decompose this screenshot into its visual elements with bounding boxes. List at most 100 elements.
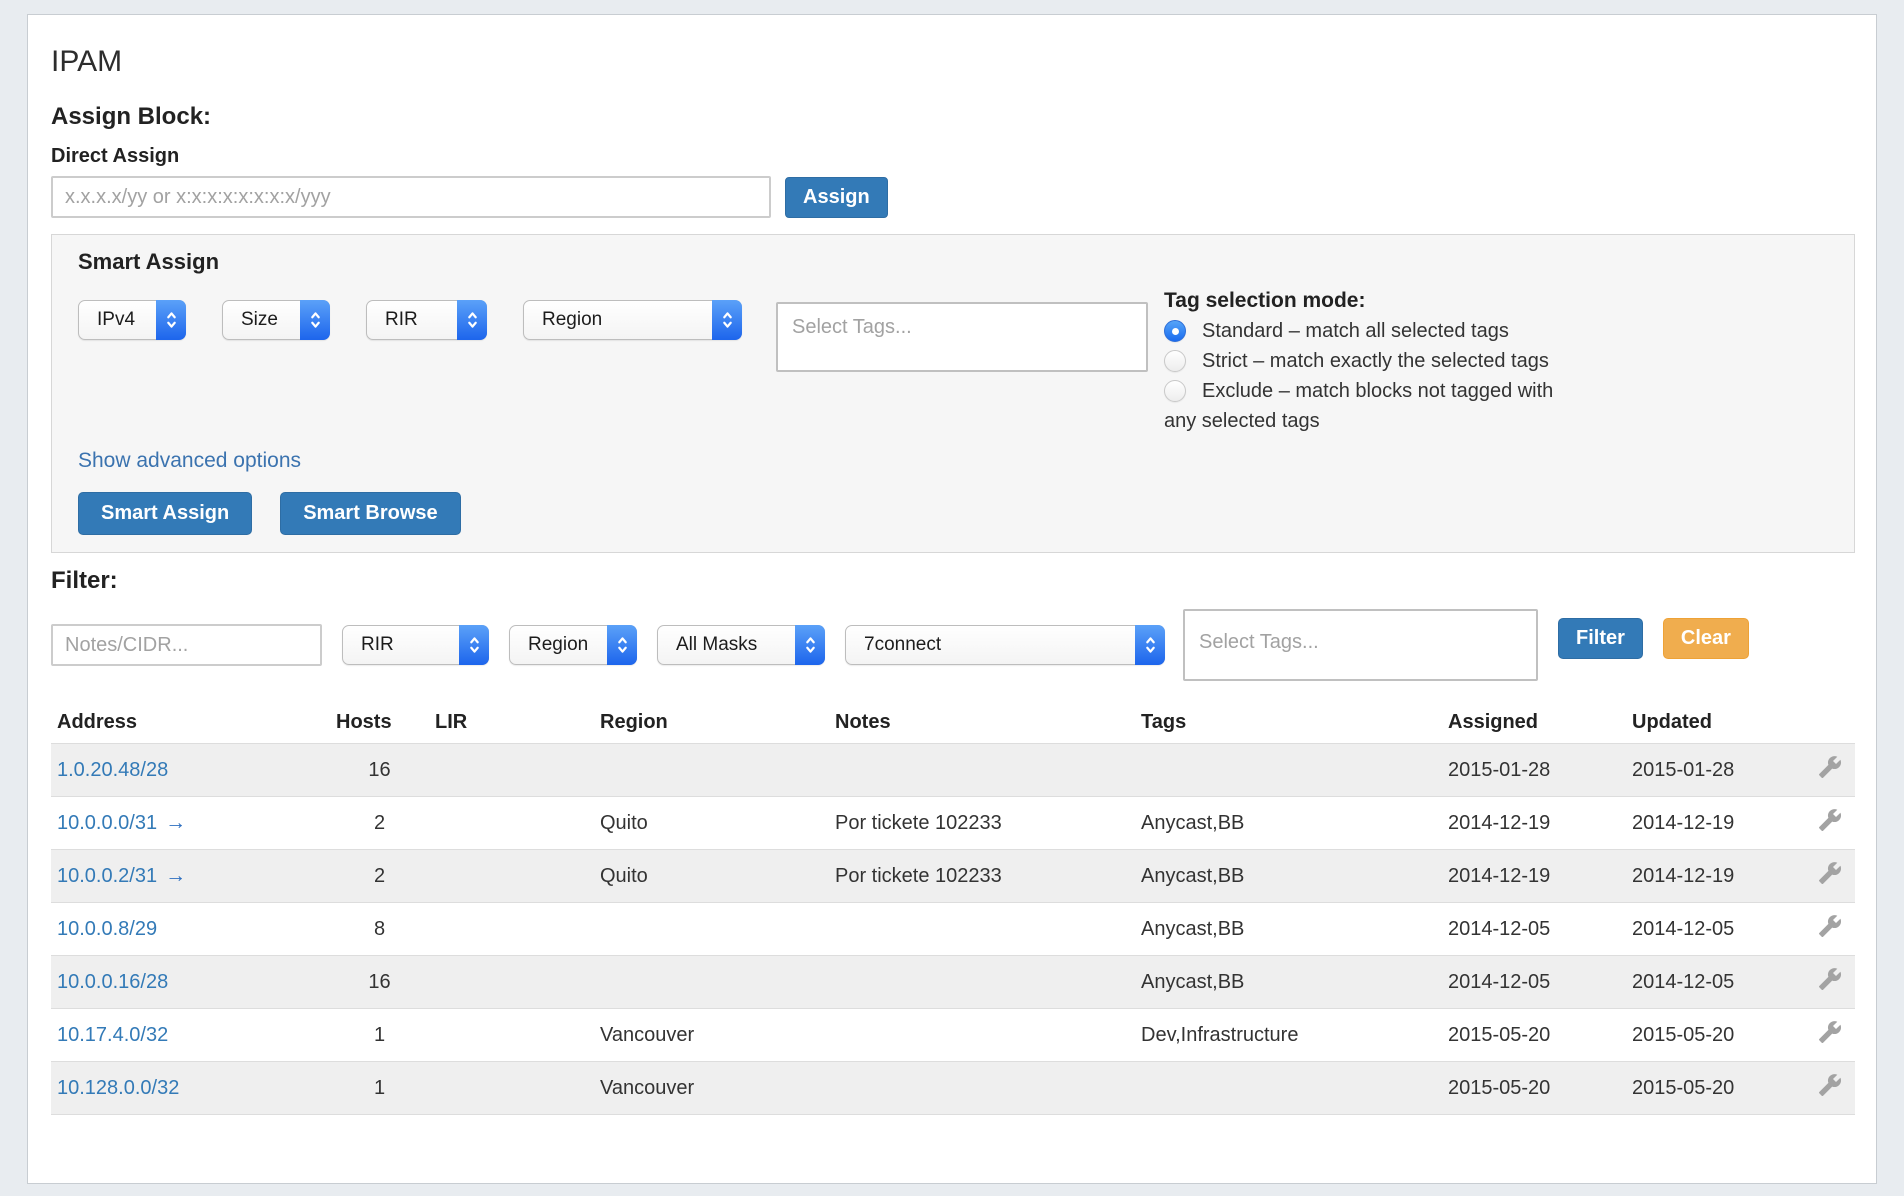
smart-browse-button[interactable]: Smart Browse <box>280 492 461 535</box>
filter-select-rir[interactable]: RIR <box>342 625 489 665</box>
wrench-icon <box>1818 1073 1842 1097</box>
smart-assign-button[interactable]: Smart Assign <box>78 492 252 535</box>
select-rir[interactable]: RIR <box>366 300 487 340</box>
hosts-cell: 1 <box>330 1009 429 1062</box>
address-link[interactable]: 10.128.0.0/32 <box>57 1077 179 1099</box>
notes-cell <box>829 1062 1135 1115</box>
table-header-row: Address Hosts LIR Region Notes Tags Assi… <box>51 711 1855 744</box>
notes-cell <box>829 1009 1135 1062</box>
select-size[interactable]: Size <box>222 300 330 340</box>
tags-cell <box>1135 1062 1442 1115</box>
table-row: 10.128.0.0/32 1 Vancouver 2015-05-20 201… <box>51 1062 1855 1115</box>
select-value: RIR <box>343 634 459 656</box>
notes-cell <box>829 956 1135 1009</box>
address-link[interactable]: 10.0.0.2/31 <box>57 865 157 887</box>
column-header-address: Address <box>51 711 330 744</box>
updated-cell: 2015-01-28 <box>1626 744 1812 797</box>
filter-tags-input[interactable] <box>1183 609 1538 681</box>
tag-mode-option-exclude[interactable]: Exclude – match blocks not tagged with a… <box>1164 376 1584 436</box>
edit-block-button[interactable] <box>1818 914 1842 938</box>
address-link[interactable]: 10.0.0.0/31 <box>57 812 157 834</box>
radio-button[interactable] <box>1164 380 1186 402</box>
edit-block-button[interactable] <box>1818 1073 1842 1097</box>
arrow-icon: → <box>165 864 186 887</box>
edit-block-button[interactable] <box>1818 861 1842 885</box>
table-row: 10.0.0.16/28 16 Anycast,BB 2014-12-05 20… <box>51 956 1855 1009</box>
wrench-icon <box>1818 755 1842 779</box>
chevron-updown-icon <box>156 300 186 340</box>
column-header-hosts: Hosts <box>330 711 429 744</box>
assigned-cell: 2015-01-28 <box>1442 744 1626 797</box>
column-header-actions <box>1812 711 1855 744</box>
region-cell <box>594 903 829 956</box>
filter-button[interactable]: Filter <box>1558 618 1643 659</box>
edit-block-button[interactable] <box>1818 967 1842 991</box>
column-header-tags: Tags <box>1135 711 1442 744</box>
wrench-icon <box>1818 967 1842 991</box>
select-value: RIR <box>367 309 457 331</box>
notes-cell: Por tickete 102233 <box>829 850 1135 903</box>
notes-cell <box>829 903 1135 956</box>
chevron-updown-icon <box>607 625 637 665</box>
direct-assign-label: Direct Assign <box>51 145 1853 168</box>
address-cell: 10.128.0.0/32 <box>51 1062 330 1115</box>
direct-assign-row: Assign <box>51 176 1853 218</box>
tags-cell <box>1135 744 1442 797</box>
smart-assign-controls: IPv4 Size RIR <box>78 300 1828 436</box>
wrench-icon <box>1818 914 1842 938</box>
blocks-table: Address Hosts LIR Region Notes Tags Assi… <box>51 711 1855 1115</box>
updated-cell: 2014-12-05 <box>1626 956 1812 1009</box>
show-advanced-options-link[interactable]: Show advanced options <box>78 449 301 473</box>
assign-button[interactable]: Assign <box>785 177 888 218</box>
filter-select-resource[interactable]: 7connect <box>845 625 1165 665</box>
table-row: 10.0.0.0/31→ 2 Quito Por tickete 102233 … <box>51 797 1855 850</box>
address-link[interactable]: 10.0.0.16/28 <box>57 971 168 993</box>
edit-block-button[interactable] <box>1818 808 1842 832</box>
direct-assign-input[interactable] <box>51 176 771 218</box>
actions-cell <box>1812 1009 1855 1062</box>
actions-cell <box>1812 1062 1855 1115</box>
address-link[interactable]: 1.0.20.48/28 <box>57 759 168 781</box>
smart-assign-tags-input[interactable] <box>776 302 1148 372</box>
address-cell: 10.0.0.8/29 <box>51 903 330 956</box>
address-cell: 1.0.20.48/28 <box>51 744 330 797</box>
wrench-icon <box>1818 861 1842 885</box>
column-header-assigned: Assigned <box>1442 711 1626 744</box>
assigned-cell: 2015-05-20 <box>1442 1009 1626 1062</box>
lir-cell <box>429 850 594 903</box>
tag-mode-option-standard[interactable]: Standard – match all selected tags <box>1164 316 1584 346</box>
hosts-cell: 2 <box>330 850 429 903</box>
radio-button[interactable] <box>1164 350 1186 372</box>
tag-mode-option-strict[interactable]: Strict – match exactly the selected tags <box>1164 346 1584 376</box>
radio-button-selected[interactable] <box>1164 320 1186 342</box>
updated-cell: 2014-12-19 <box>1626 797 1812 850</box>
actions-cell <box>1812 850 1855 903</box>
clear-button[interactable]: Clear <box>1663 618 1749 659</box>
filter-select-region[interactable]: Region <box>509 625 637 665</box>
hosts-cell: 16 <box>330 744 429 797</box>
select-value: All Masks <box>658 634 795 656</box>
filter-select-masks[interactable]: All Masks <box>657 625 825 665</box>
address-link[interactable]: 10.17.4.0/32 <box>57 1024 168 1046</box>
updated-cell: 2015-05-20 <box>1626 1009 1812 1062</box>
assigned-cell: 2015-05-20 <box>1442 1062 1626 1115</box>
region-cell <box>594 956 829 1009</box>
select-ip-version[interactable]: IPv4 <box>78 300 186 340</box>
select-value: Size <box>223 309 300 331</box>
chevron-updown-icon <box>300 300 330 340</box>
edit-block-button[interactable] <box>1818 755 1842 779</box>
table-row: 10.17.4.0/32 1 Vancouver Dev,Infrastruct… <box>51 1009 1855 1062</box>
notes-cidr-input[interactable] <box>51 624 322 666</box>
tags-cell: Anycast,BB <box>1135 850 1442 903</box>
tags-cell: Anycast,BB <box>1135 797 1442 850</box>
chevron-updown-icon <box>457 300 487 340</box>
address-link[interactable]: 10.0.0.8/29 <box>57 918 157 940</box>
select-region[interactable]: Region <box>523 300 742 340</box>
actions-cell <box>1812 903 1855 956</box>
hosts-cell: 16 <box>330 956 429 1009</box>
smart-assign-buttons: Smart Assign Smart Browse <box>78 492 1828 535</box>
actions-cell <box>1812 744 1855 797</box>
lir-cell <box>429 903 594 956</box>
edit-block-button[interactable] <box>1818 1020 1842 1044</box>
actions-cell <box>1812 956 1855 1009</box>
